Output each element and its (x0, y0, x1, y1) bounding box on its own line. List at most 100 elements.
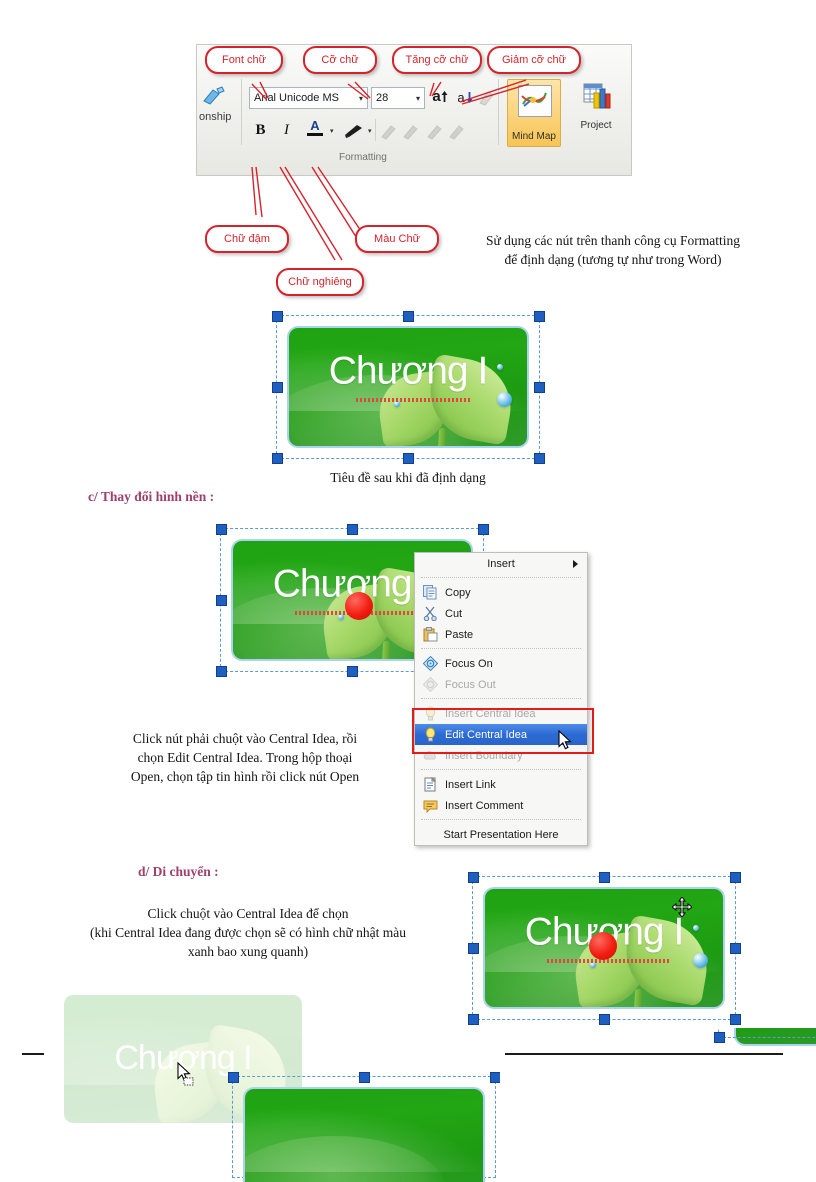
context-note-line-2: chọn Edit Central Idea. Trong hộp thoại (137, 750, 353, 765)
resize-handle-sw[interactable] (468, 1014, 479, 1025)
resize-handle-nw[interactable] (228, 1072, 239, 1083)
resize-handle-e[interactable] (730, 943, 741, 954)
resize-handle-ne[interactable] (478, 524, 489, 535)
callout-font-chu: Font chữ (205, 46, 283, 74)
callout-tang-co-chu: Tăng cỡ chữ (392, 46, 482, 74)
bulb-icon (423, 706, 438, 721)
resize-handle-w[interactable] (216, 595, 227, 606)
context-note-line-3: Open, chọn tập tin hình rồi click nút Op… (130, 769, 360, 784)
menu-item-start-presentation-here[interactable]: Start Presentation Here (415, 824, 587, 845)
resize-handle-n[interactable] (599, 872, 610, 883)
resize-handle-ne[interactable] (534, 311, 545, 322)
menu-item-insert-link[interactable]: Insert Link (415, 774, 587, 795)
move-note: Click chuột vào Central Idea để chọn (kh… (48, 904, 448, 961)
menu-separator (421, 577, 581, 579)
resize-handle-ne[interactable] (730, 872, 741, 883)
resize-handle-n[interactable] (359, 1072, 370, 1083)
callout-label: Cỡ chữ (321, 54, 359, 66)
water-drop-tiny (337, 613, 344, 620)
resize-handle-sw[interactable] (272, 453, 283, 464)
comment-icon (423, 798, 438, 814)
target-icon (422, 676, 439, 693)
resize-handle-w[interactable] (272, 382, 283, 393)
move-cursor-icon (672, 897, 692, 917)
resize-handle-s[interactable] (599, 1014, 610, 1025)
callout-label: Giảm cỡ chữ (501, 54, 567, 66)
scissors-icon (423, 606, 438, 622)
resize-handle-nw[interactable] (272, 311, 283, 322)
right-click-indicator-dot (345, 592, 373, 620)
menu-item-label: Paste (445, 628, 474, 641)
menu-item-label: Insert (487, 557, 515, 570)
menu-item-insert[interactable]: Insert (415, 553, 587, 574)
link-icon (423, 776, 438, 792)
water-drop-tiny (393, 400, 400, 407)
document-page: onship Arial Unicode MS ▾ 28 ▾ a a B I A… (0, 0, 816, 1182)
menu-item-copy[interactable]: Copy (415, 582, 587, 603)
menu-item-focus-out: Focus Out (415, 674, 587, 695)
water-drop-large (692, 952, 708, 968)
resize-handle-sw[interactable] (216, 666, 227, 677)
callout-label: Tăng cỡ chữ (405, 54, 469, 66)
spellcheck-underline (546, 958, 671, 963)
central-idea-selection-1[interactable]: Chương I (272, 311, 545, 464)
central-idea-image-1[interactable]: Chương I (289, 328, 527, 446)
cloud-icon (423, 748, 438, 763)
resize-handle-se[interactable] (534, 453, 545, 464)
callout-label: Màu Chữ (374, 233, 420, 245)
central-idea-image-4[interactable] (245, 1089, 483, 1182)
menu-item-label: Insert Link (445, 778, 496, 791)
leaf-stem (380, 640, 391, 659)
move-note-line-2: (khi Central Idea đang được chọn sẽ có h… (89, 925, 407, 940)
water-drop-tiny (589, 961, 596, 968)
resize-handle-nw[interactable] (468, 872, 479, 883)
menu-separator (421, 769, 581, 771)
heading-section-c: c/ Thay đổi hình nền : (88, 489, 215, 504)
callout-label: Font chữ (221, 54, 267, 66)
resize-handle-n[interactable] (347, 524, 358, 535)
resize-handle-e[interactable] (534, 382, 545, 393)
callout-mau-chu: Màu Chữ (355, 225, 439, 253)
previous-selection-remnant (690, 1028, 816, 1068)
move-note-line-1: Click chuột vào Central Idea để chọn (147, 906, 349, 921)
resize-handle-s[interactable] (347, 666, 358, 677)
resize-handle-nw[interactable] (216, 524, 227, 535)
callout-label: Chữ đậm (224, 233, 270, 245)
menu-separator (421, 648, 581, 650)
context-menu[interactable]: Insert Copy Cut Paste Focus On Focus Out… (414, 552, 588, 846)
page-rule-right (505, 1053, 783, 1055)
submenu-arrow-icon (573, 560, 578, 568)
menu-item-insert-central-idea: Insert Central Idea (415, 703, 587, 724)
page-rule-left (22, 1053, 44, 1055)
callout-giam-co-chu: Giảm cỡ chữ (487, 46, 581, 74)
menu-item-focus-on[interactable]: Focus On (415, 653, 587, 674)
mouse-cursor-arrow (558, 730, 572, 750)
leaf-stem (436, 427, 447, 446)
menu-item-cut[interactable]: Cut (415, 603, 587, 624)
menu-separator (421, 819, 581, 821)
resize-handle-se[interactable] (730, 1014, 741, 1025)
menu-item-label: Focus Out (445, 678, 496, 691)
menu-item-paste[interactable]: Paste (415, 624, 587, 645)
menu-item-insert-comment[interactable]: Insert Comment (415, 795, 587, 816)
resize-handle-n[interactable] (403, 311, 414, 322)
central-idea-selection-4-partial[interactable] (228, 1072, 500, 1182)
resize-handle-w[interactable] (468, 943, 479, 954)
menu-item-label: Insert Boundary (445, 749, 523, 762)
leaf-stem (632, 988, 643, 1007)
central-idea-title: Chương I (328, 349, 489, 393)
resize-handle-sw[interactable] (714, 1032, 725, 1043)
menu-separator (421, 698, 581, 700)
context-note: Click nút phải chuột vào Central Idea, r… (80, 729, 410, 786)
clipboard-icon (423, 627, 438, 642)
callout-label: Chữ nghiêng (288, 276, 352, 288)
remnant-selection-outline (718, 1028, 816, 1038)
callout-leader-lines (251, 79, 530, 261)
menu-item-label: Edit Central Idea (445, 728, 527, 741)
resize-handle-ne[interactable] (490, 1072, 500, 1083)
callout-chu-nghieng: Chữ nghiêng (276, 268, 364, 296)
resize-handle-s[interactable] (403, 453, 414, 464)
menu-item-label: Cut (445, 607, 463, 620)
callout-chu-dam: Chữ đậm (205, 225, 289, 253)
context-note-line-1: Click nút phải chuột vào Central Idea, r… (132, 731, 358, 746)
